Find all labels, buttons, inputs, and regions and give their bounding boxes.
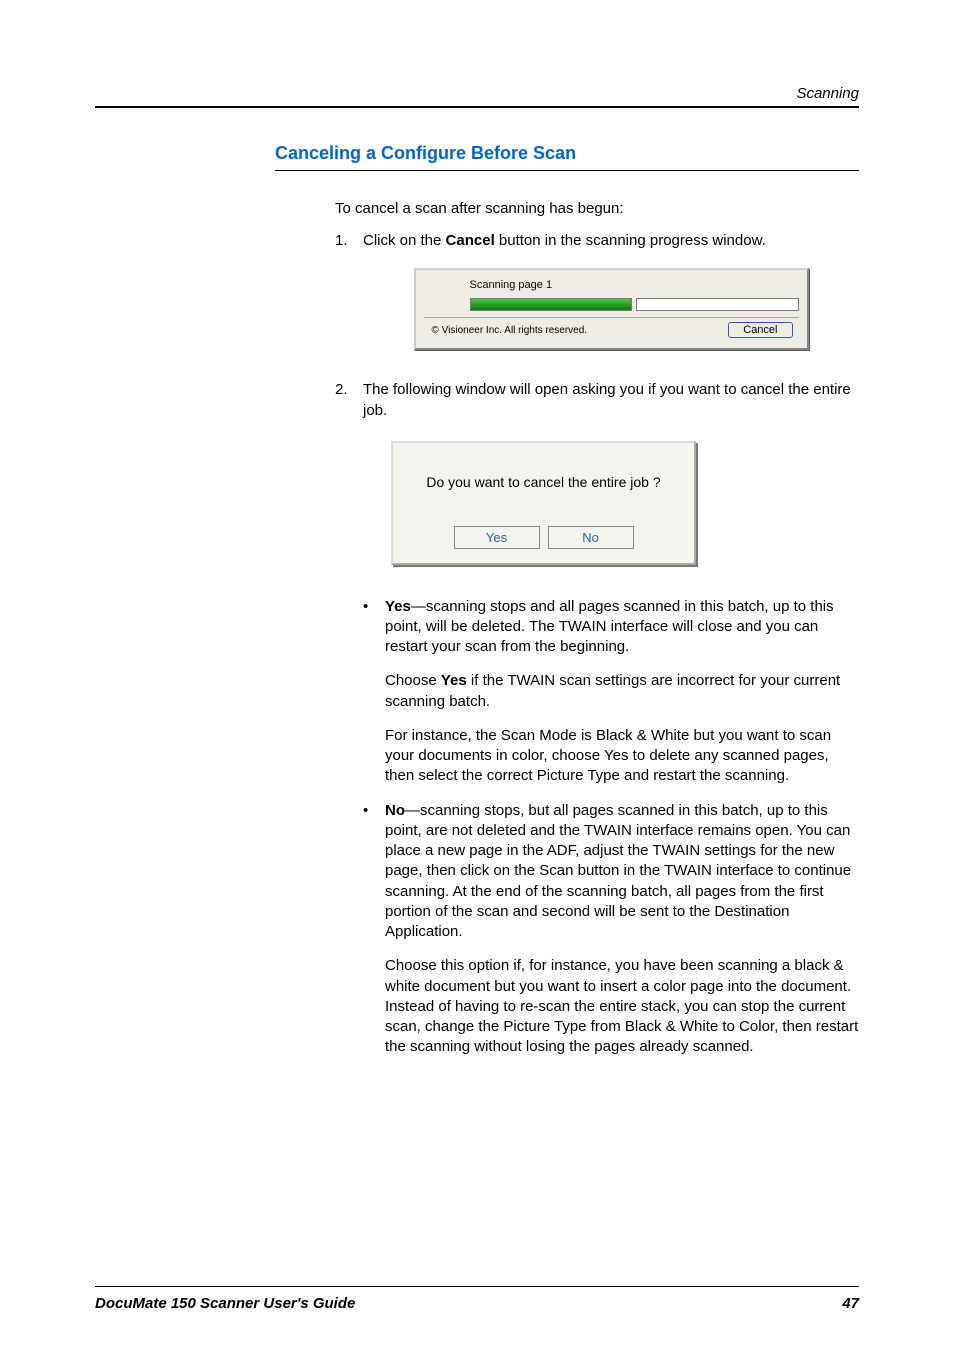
bullet-marker: •: [363, 801, 385, 943]
page-footer: DocuMate 150 Scanner User's Guide 47: [95, 1286, 859, 1312]
yes-para-3: For instance, the Scan Mode is Black & W…: [335, 726, 859, 787]
intro-text: To cancel a scan after scanning has begu…: [335, 199, 859, 219]
yes-button[interactable]: Yes: [454, 526, 540, 549]
bullet-yes-rest: —scanning stops and all pages scanned in…: [385, 598, 834, 656]
bullet-marker: •: [363, 597, 385, 658]
no-para-2: Choose this option if, for instance, you…: [335, 956, 859, 1057]
bullet-yes-bold: Yes: [385, 598, 411, 615]
step-1: 1. Click on the Cancel button in the sca…: [335, 231, 859, 251]
step-1-bold: Cancel: [446, 232, 495, 249]
confirm-message: Do you want to cancel the entire job ?: [409, 473, 678, 492]
yes-p2a: Choose: [385, 672, 441, 689]
bullet-no: • No—scanning stops, but all pages scann…: [335, 801, 859, 943]
bullet-no-text: No—scanning stops, but all pages scanned…: [385, 801, 859, 943]
step-2: 2. The following window will open asking…: [335, 380, 859, 421]
section-heading: Canceling a Configure Before Scan: [275, 143, 859, 171]
step-1-post: button in the scanning progress window.: [495, 232, 766, 249]
bullet-no-rest: —scanning stops, but all pages scanned i…: [385, 802, 851, 941]
yes-para-2: Choose Yes if the TWAIN scan settings ar…: [335, 671, 859, 712]
step-number: 2.: [335, 380, 363, 421]
footer-title: DocuMate 150 Scanner User's Guide: [95, 1295, 355, 1312]
no-button[interactable]: No: [548, 526, 634, 549]
cancel-button[interactable]: Cancel: [728, 322, 792, 338]
copyright-text: © Visioneer Inc. All rights reserved.: [432, 324, 588, 338]
cancel-job-dialog: Do you want to cancel the entire job ? Y…: [391, 441, 696, 565]
step-1-pre: Click on the: [363, 232, 446, 249]
page-number: 47: [842, 1295, 859, 1312]
running-header: Scanning: [95, 85, 859, 108]
yes-p2-bold: Yes: [441, 672, 467, 689]
progress-label: Scanning page 1: [424, 276, 799, 299]
header-section: Scanning: [796, 85, 859, 102]
step-1-text: Click on the Cancel button in the scanni…: [363, 231, 859, 251]
divider: [424, 317, 799, 318]
step-number: 1.: [335, 231, 363, 251]
progress-bar-current: [470, 298, 633, 311]
bullet-yes-text: Yes—scanning stops and all pages scanned…: [385, 597, 859, 658]
progress-bar-total: [636, 298, 799, 311]
scanning-progress-dialog: Scanning page 1 © Visioneer Inc. All rig…: [414, 268, 809, 351]
step-2-text: The following window will open asking yo…: [363, 380, 859, 421]
bullet-yes: • Yes—scanning stops and all pages scann…: [335, 597, 859, 658]
bullet-no-bold: No: [385, 802, 405, 819]
